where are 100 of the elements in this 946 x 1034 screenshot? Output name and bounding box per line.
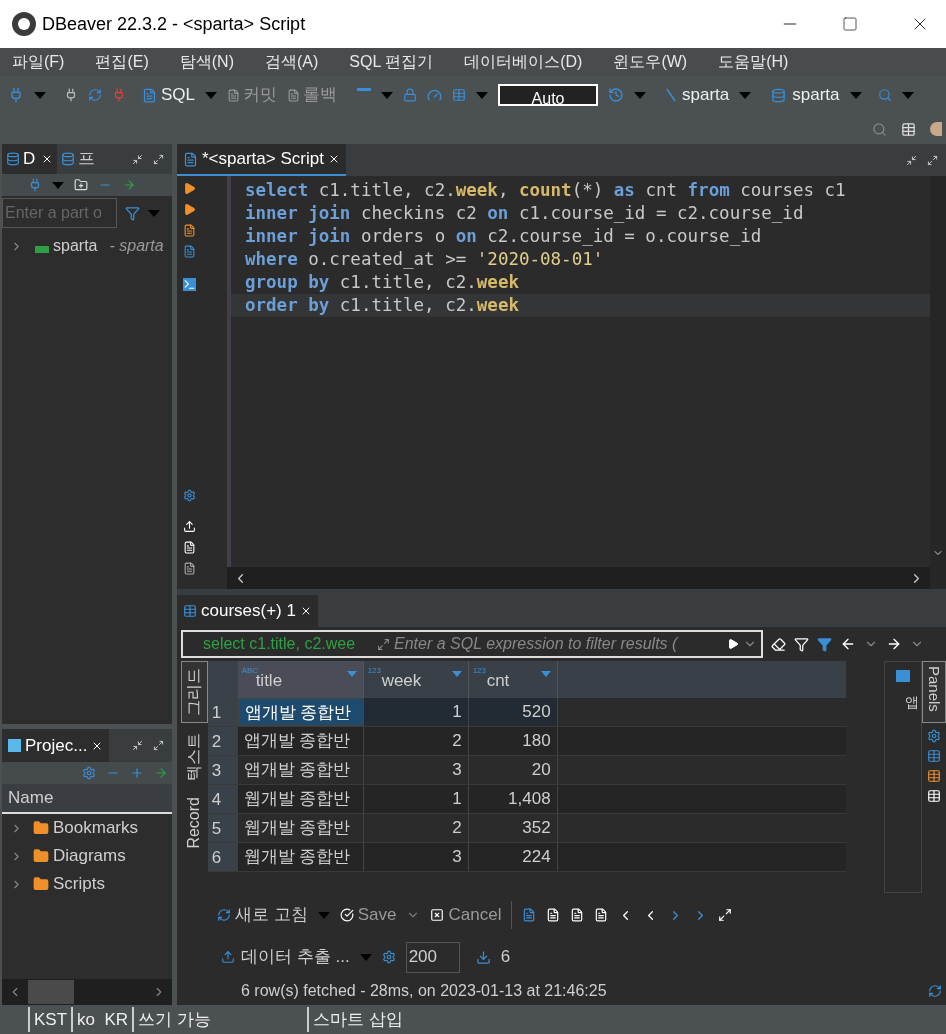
back-icon[interactable] [840,636,856,652]
explain-icon[interactable] [183,245,196,258]
dropdown-caret-icon[interactable] [476,91,489,99]
panel-tab[interactable]: D [2,144,58,174]
tree-item[interactable]: Bookmarks [2,814,172,842]
table-cell[interactable]: 2 [363,814,469,842]
delete-row-icon[interactable] [594,908,609,922]
table-cell[interactable]: 앱개발 종합반 [237,727,364,755]
menu-item[interactable]: 데이터베이스(D) [464,50,583,74]
dropdown-caret-icon[interactable] [52,181,64,189]
edit-icon[interactable] [522,908,537,922]
save-button[interactable]: Save [339,902,397,928]
dropdown-caret-icon[interactable] [634,91,647,99]
table-cell[interactable]: 20 [468,756,558,784]
export-icon[interactable] [183,520,196,533]
datasource-button[interactable]: sparta [666,82,730,108]
menu-item[interactable]: 검색(A) [265,50,319,74]
menu-item[interactable]: 윈도우(W) [613,50,688,74]
sql-button[interactable]: SQL [142,82,196,108]
table-cell[interactable]: 앱개발 종합반 [237,698,364,726]
dropdown-caret-icon[interactable] [34,91,46,99]
link-icon[interactable] [122,178,136,192]
scroll-thumb[interactable] [28,980,74,1004]
export-button[interactable]: 데이터 추출 ... [221,944,350,970]
grid-icon[interactable] [927,769,941,784]
fetch-all-icon[interactable] [475,949,491,965]
new-connection-icon[interactable] [28,178,42,192]
menu-item[interactable]: 편집(E) [95,50,149,74]
minimize-icon[interactable] [132,740,143,751]
dropdown-caret-icon[interactable] [381,91,394,99]
results-tab[interactable]: courses(+) 1 [177,595,318,627]
minimize-icon[interactable] [906,154,917,166]
table-cell[interactable]: 180 [468,727,558,755]
connect-icon[interactable] [8,87,24,103]
maximize-icon[interactable] [927,154,938,166]
table-cell[interactable]: 앱개발 종합반 [237,756,364,784]
copy-row-icon[interactable] [570,908,585,922]
table-cell[interactable]: 1 [363,698,469,726]
sort-icon[interactable] [540,671,551,677]
maximize-icon[interactable] [153,153,164,165]
expand-icon[interactable] [377,637,390,651]
dropdown-caret-icon[interactable] [739,91,752,99]
dropdown-caret-icon[interactable] [901,91,914,99]
settings-icon[interactable] [82,766,96,780]
table-cell[interactable]: 520 [468,698,558,726]
table-cell[interactable]: 3 [363,843,469,871]
minimize-icon[interactable] [132,153,143,165]
panel-tab[interactable]: Projec... [2,729,110,762]
schema-button[interactable]: sparta [771,82,840,108]
sort-icon[interactable] [346,671,357,677]
table-cell[interactable]: 웹개발 종합반 [237,814,364,842]
auto-refresh-icon[interactable] [928,984,942,998]
transaction-mode-button[interactable]: Auto [498,84,599,106]
table-cell[interactable]: 352 [468,814,558,842]
grid-icon[interactable] [927,749,941,764]
view-tab[interactable]: Record [181,791,208,855]
fit-icon[interactable] [718,908,733,922]
dropdown-caret-icon[interactable] [205,91,218,99]
forward-icon[interactable] [886,636,902,652]
execute-icon[interactable] [183,182,196,195]
new-folder-icon[interactable] [74,178,88,192]
settings-icon[interactable] [927,729,941,744]
maximize-icon[interactable] [153,740,164,751]
tree-item[interactable]: Scripts [2,870,172,898]
fetch-size-field[interactable]: 200 [405,941,460,973]
error-file-icon[interactable] [183,541,196,554]
table-cell[interactable]: 웹개발 종합반 [237,843,364,871]
table-cell[interactable]: 웹개발 종합반 [237,785,364,813]
table-cell[interactable]: 1,408 [468,785,558,813]
execute-script-icon[interactable] [183,224,196,237]
search-icon[interactable] [872,121,887,137]
search-icon[interactable] [877,88,892,102]
table-cell[interactable]: 3 [363,756,469,784]
history-icon[interactable] [608,87,625,103]
settings-icon[interactable] [381,950,396,964]
table-cell[interactable]: 2 [363,727,469,755]
menu-item[interactable]: 탐색(N) [179,50,234,74]
view-tab[interactable]: 텍스트 [181,727,208,787]
lock-icon[interactable] [403,88,418,102]
execute-new-tab-icon[interactable] [183,203,196,216]
table-cell[interactable]: 1 [363,785,469,813]
reconnect-icon[interactable] [88,88,102,102]
file-icon[interactable] [183,562,196,575]
maximize-icon[interactable] [842,16,858,32]
link-icon[interactable] [154,766,168,780]
filter-field[interactable]: Enter a part o [2,198,117,228]
refresh-button[interactable]: 새로 고침 [217,902,308,928]
add-row-icon[interactable] [546,908,561,922]
table-icon[interactable] [452,88,467,102]
layout-icon[interactable] [927,789,941,804]
dropdown-caret-icon[interactable] [849,91,862,99]
clear-filter-icon[interactable] [771,636,786,652]
menu-item[interactable]: 도움말(H) [718,50,789,74]
menu-item[interactable]: SQL 편집기 [349,50,434,74]
plug-icon[interactable] [64,88,78,102]
settings-icon[interactable] [183,489,196,502]
panels-tab[interactable]: Panels [921,661,946,724]
terminal-icon[interactable] [183,278,196,291]
editor-tab[interactable]: *<sparta> Script [177,144,346,176]
tree-item[interactable]: Diagrams [2,842,172,870]
